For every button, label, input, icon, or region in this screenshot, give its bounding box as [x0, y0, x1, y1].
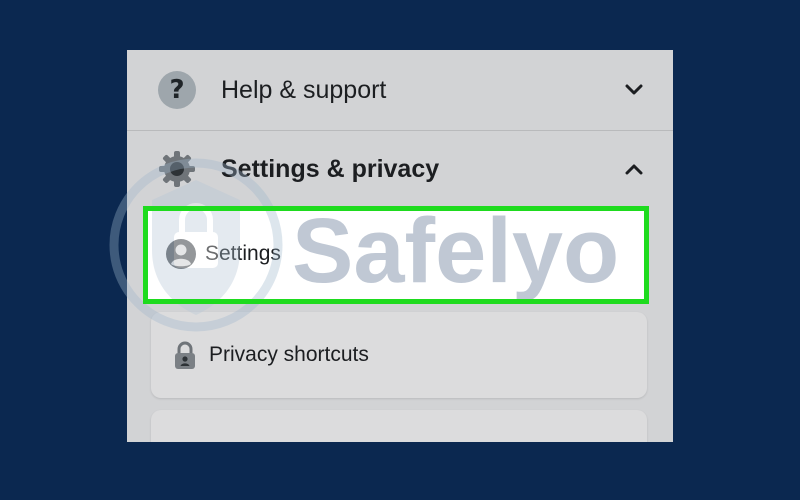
- help-support-label: Help & support: [221, 75, 387, 104]
- list-item[interactable]: [151, 410, 647, 442]
- help-support-row[interactable]: ? Help & support: [127, 50, 673, 130]
- privacy-shortcuts-item[interactable]: Privacy shortcuts: [151, 312, 647, 398]
- lock-person-icon: [169, 339, 201, 371]
- settings-item[interactable]: Settings: [147, 207, 649, 301]
- settings-label: Settings: [205, 242, 281, 265]
- menu-panel: ? Help & support Settings & privacy Sett…: [127, 50, 673, 442]
- settings-privacy-row[interactable]: Settings & privacy: [127, 132, 673, 206]
- question-icon: ?: [158, 71, 196, 109]
- help-icon: ?: [157, 70, 197, 110]
- chevron-down-icon[interactable]: [623, 79, 645, 101]
- privacy-shortcuts-label: Privacy shortcuts: [209, 343, 369, 366]
- gear-icon: [157, 149, 197, 189]
- person-circle-icon: [165, 238, 197, 270]
- divider: [127, 130, 673, 131]
- settings-privacy-label: Settings & privacy: [221, 154, 440, 183]
- chevron-up-icon[interactable]: [623, 158, 645, 180]
